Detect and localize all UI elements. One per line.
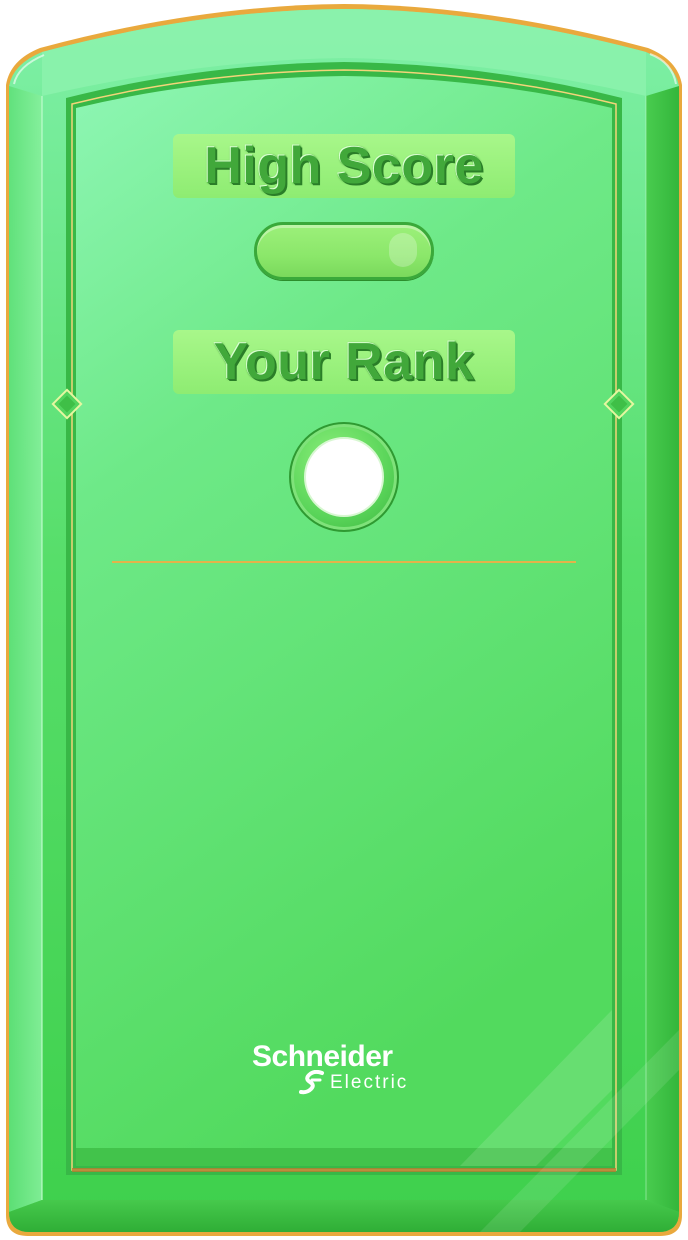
schneider-electric-logo: Schneider Electric xyxy=(252,1040,442,1100)
high-score-value-field xyxy=(254,222,434,280)
logo-name-line1: Schneider xyxy=(252,1040,393,1073)
logo-name-line2: Electric xyxy=(330,1072,409,1093)
schneider-logo-icon xyxy=(299,1070,324,1095)
rank-label: Your Rank xyxy=(213,333,475,391)
rank-title-plate: Your Rank xyxy=(173,330,515,394)
rank-badge-inner xyxy=(304,437,384,517)
field-gloss xyxy=(389,233,417,267)
high-score-label: High Score xyxy=(204,137,484,195)
high-score-title-plate: High Score xyxy=(173,134,515,198)
rank-badge xyxy=(289,422,399,532)
